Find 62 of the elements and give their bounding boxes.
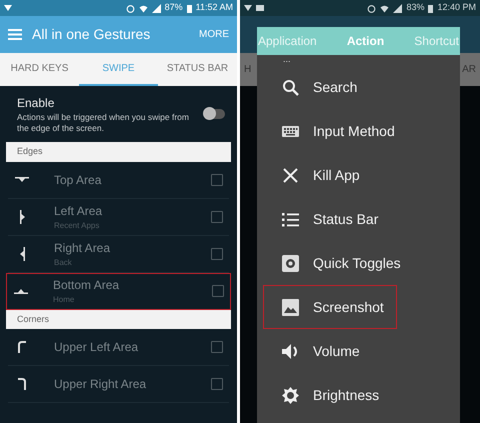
notification-icon [4, 4, 12, 12]
checkbox[interactable] [211, 174, 223, 186]
speaker-icon [282, 342, 299, 360]
image-icon [282, 298, 299, 316]
item-subtitle: Recent Apps [54, 220, 100, 232]
edge-icon [20, 210, 24, 224]
status-time: 11:52 AM [196, 1, 233, 14]
tab-label: AR [462, 63, 476, 77]
sun-icon [282, 386, 299, 404]
tab[interactable]: SWIPE [79, 53, 158, 86]
item-subtitle: Home [53, 294, 76, 306]
edge-icon [18, 341, 26, 354]
edge-icon [14, 288, 28, 294]
more-button[interactable]: MORE [199, 27, 229, 42]
wifi-icon [138, 4, 148, 12]
item-title[interactable]: Top Area [54, 170, 211, 189]
battery-icon [186, 4, 192, 12]
wifi-icon [380, 4, 390, 12]
section-header: Corners [6, 310, 231, 330]
battery-percent: 87% [164, 1, 183, 14]
checkbox[interactable] [211, 378, 223, 390]
checkbox[interactable] [211, 210, 223, 223]
close-icon [282, 166, 299, 184]
item-subtitle: Back [54, 256, 73, 269]
setting-title: Enable [17, 95, 56, 112]
menu-item[interactable]: Screenshot [263, 285, 397, 329]
list-icon [282, 210, 299, 228]
tab[interactable]: HARD KEYS [0, 53, 79, 86]
search-icon [282, 78, 299, 96]
menu-item[interactable]: Volume [263, 329, 454, 373]
menu-item[interactable]: Quick Toggles [263, 241, 454, 285]
setting-description: Actions will be triggered when you swipe from the edge of the screen. [17, 112, 190, 134]
battery-icon [428, 4, 434, 12]
item-title[interactable]: Bottom Area [53, 276, 212, 294]
edge-icon [18, 378, 26, 390]
menu-item[interactable]: Input Method [263, 109, 454, 153]
menu-item[interactable]: Status Bar [263, 197, 454, 241]
checkbox[interactable] [211, 341, 223, 354]
app-title: All in one Gestures [32, 25, 152, 44]
signal-icon [393, 4, 402, 12]
menu-item[interactable]: Brightness [263, 373, 454, 417]
item-title[interactable]: Upper Left Area [54, 338, 211, 356]
item-title[interactable]: Upper Right Area [54, 375, 211, 394]
edge-icon [20, 246, 24, 261]
tab[interactable]: STATUS BAR [158, 53, 237, 86]
battery-percent: 83% [406, 1, 424, 14]
status-time: 12:40 PM [437, 1, 476, 14]
menu-item[interactable]: Kill App [263, 153, 454, 197]
more-dots: ... [282, 55, 292, 65]
item-title[interactable]: Left Area [54, 202, 211, 220]
toggle-switch[interactable] [204, 109, 225, 120]
checkbox[interactable] [212, 285, 224, 298]
signal-icon [152, 4, 161, 12]
menu-icon [8, 29, 22, 40]
menu-item[interactable]: Search [263, 65, 454, 109]
item-title[interactable]: Right Area [54, 238, 211, 257]
edge-icon [15, 177, 29, 182]
alarm-icon [367, 4, 376, 12]
section-header: Edges [6, 142, 231, 162]
checkbox[interactable] [211, 248, 223, 260]
tab-label: H [244, 63, 252, 77]
alarm-icon [126, 4, 135, 12]
